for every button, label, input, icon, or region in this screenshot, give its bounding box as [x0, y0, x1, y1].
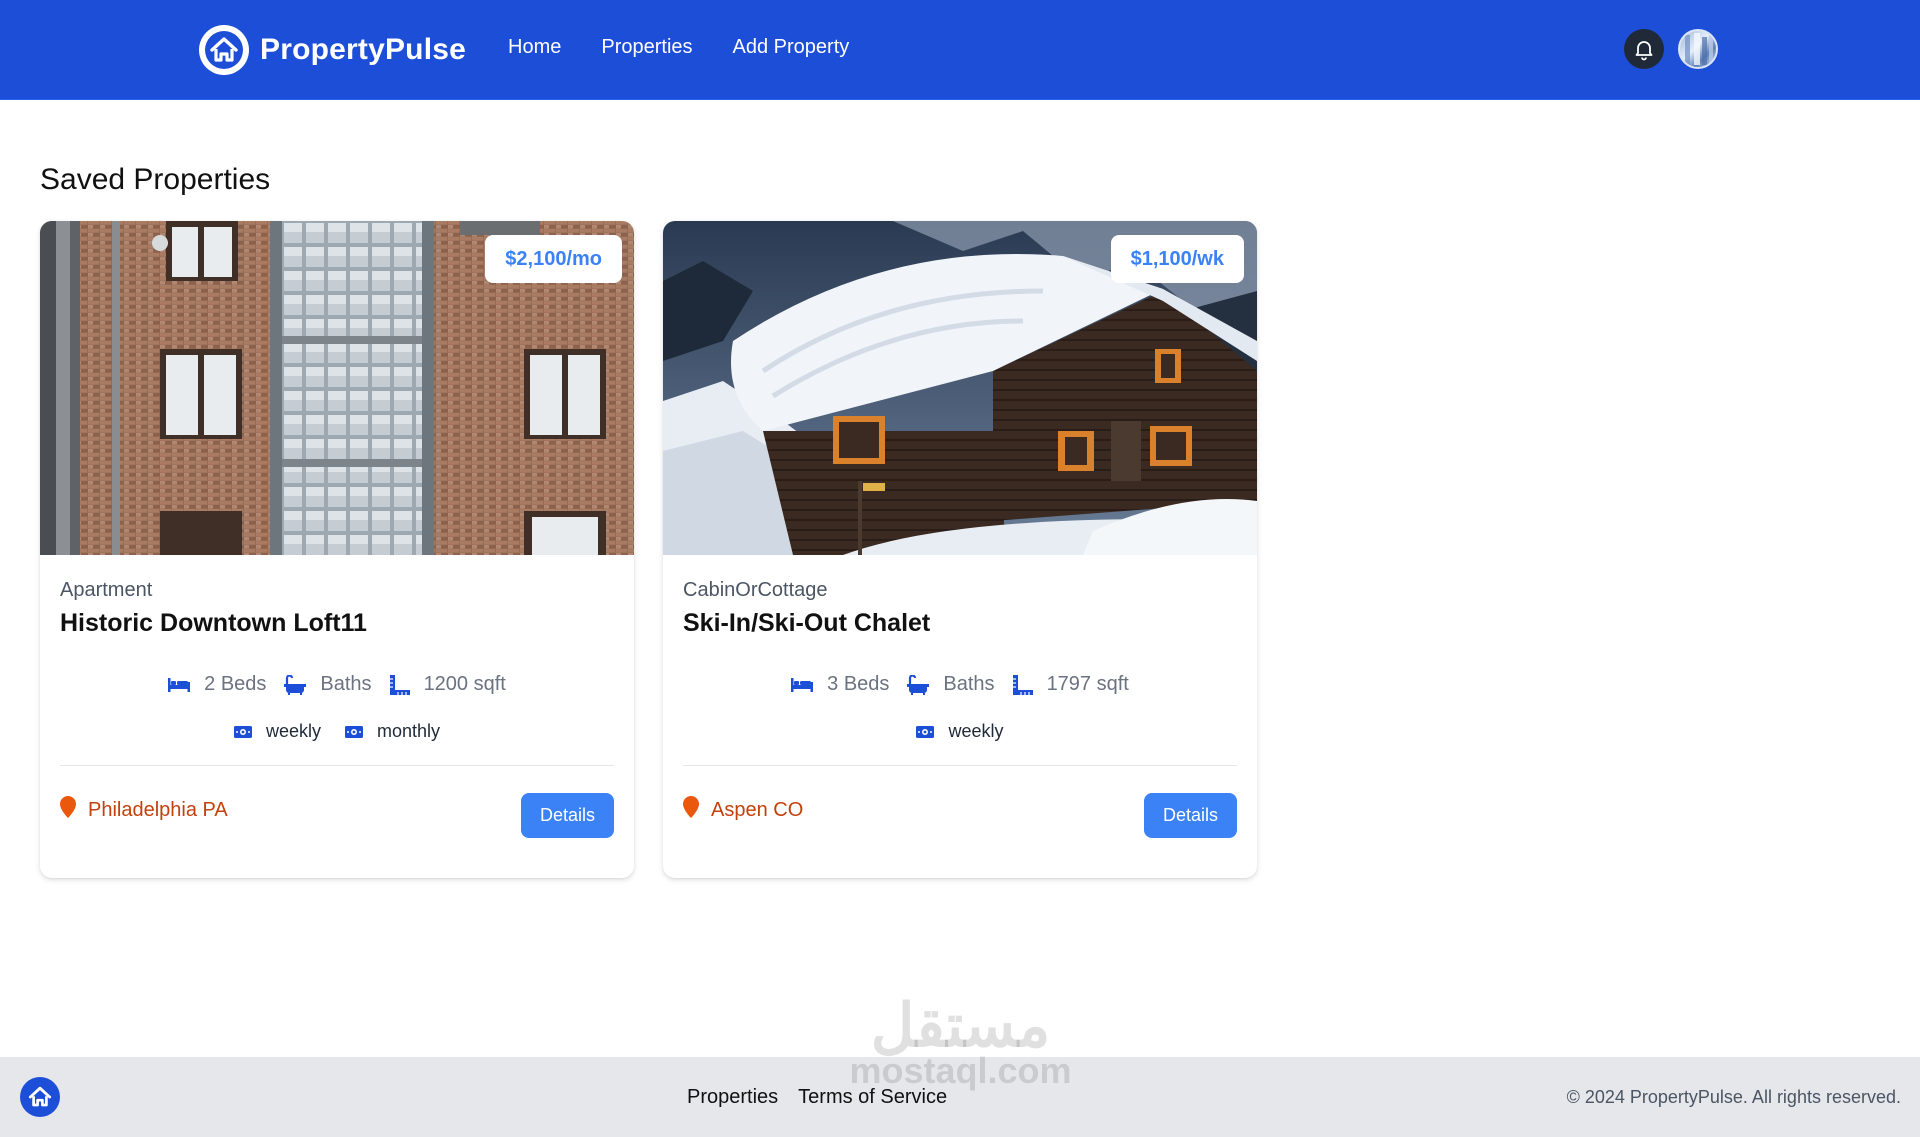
nav-actions [1624, 29, 1718, 69]
price-badge: $1,100/wk [1110, 235, 1244, 283]
property-name: Historic Downtown Loft11 [60, 609, 367, 637]
money-bill-icon [916, 725, 935, 738]
rate-weekly: weekly [233, 721, 321, 742]
details-button[interactable]: Details [1144, 793, 1237, 838]
map-pin-icon [60, 796, 76, 824]
property-card: $2,100/mo Apartment Historic Downtown Lo… [40, 221, 634, 878]
details-button[interactable]: Details [521, 793, 614, 838]
beds-info: 3 Beds [791, 673, 889, 696]
rental-rates: weekly [663, 721, 1257, 742]
watermark: مستقل mostaql.com [843, 995, 1078, 1089]
property-location: Aspen CO [683, 796, 803, 824]
beds-label: 2 Beds [204, 673, 267, 695]
notifications-button[interactable] [1624, 29, 1664, 69]
footer-properties-link[interactable]: Properties [687, 1086, 778, 1109]
beds-info: 2 Beds [168, 673, 266, 696]
sqft-label: 1200 sqft [423, 673, 506, 695]
sqft-info: 1200 sqft [389, 673, 506, 696]
bed-icon [168, 677, 191, 692]
house-icon [199, 25, 249, 75]
bath-icon [907, 674, 930, 695]
sqft-info: 1797 sqft [1012, 673, 1129, 696]
page-title: Saved Properties [40, 163, 271, 196]
baths-info: Baths [284, 673, 372, 696]
baths-label: Baths [943, 673, 995, 695]
card-divider [60, 765, 614, 766]
beds-label: 3 Beds [827, 673, 890, 695]
sqft-label: 1797 sqft [1046, 673, 1129, 695]
rate-monthly: monthly [345, 721, 440, 742]
main-nav: Home Properties Add Property [508, 36, 849, 59]
bed-icon [791, 677, 814, 692]
card-divider [683, 765, 1237, 766]
money-bill-icon [345, 725, 363, 738]
location-label: Aspen CO [711, 798, 804, 821]
map-pin-icon [683, 796, 699, 824]
property-location: Philadelphia PA [60, 796, 228, 824]
watermark-latin: mostaql.com [849, 1050, 1072, 1091]
rental-rates: weekly monthly [40, 721, 634, 742]
baths-label: Baths [320, 673, 372, 695]
money-bill-icon [233, 725, 252, 738]
rate-weekly: weekly [916, 721, 1004, 742]
nav-add-property-link[interactable]: Add Property [733, 36, 850, 59]
property-type: Apartment [60, 579, 153, 601]
property-card: $1,100/wk CabinOrCottage Ski-In/Ski-Out … [663, 221, 1257, 878]
bath-icon [284, 674, 307, 695]
copyright-text: © 2024 PropertyPulse. All rights reserve… [1566, 1087, 1901, 1107]
ruler-icon [389, 674, 410, 695]
rate-label: weekly [948, 721, 1004, 741]
bell-icon [1635, 41, 1653, 61]
location-label: Philadelphia PA [88, 798, 228, 821]
brand-home-link[interactable]: PropertyPulse [199, 25, 466, 75]
watermark-arabic: مستقل [870, 992, 1051, 1059]
top-navbar: PropertyPulse Home Properties Add Proper… [0, 0, 1920, 100]
baths-info: Baths [907, 673, 995, 696]
property-name: Ski-In/Ski-Out Chalet [683, 609, 931, 637]
ruler-icon [1012, 674, 1033, 695]
rate-label: weekly [265, 721, 321, 741]
nav-home-link[interactable]: Home [508, 36, 561, 59]
price-badge: $2,100/mo [485, 235, 622, 283]
profile-avatar[interactable] [1678, 29, 1718, 69]
property-features: 3 Beds Baths 1797 sqft [663, 673, 1257, 696]
nav-properties-link[interactable]: Properties [601, 36, 692, 59]
brand-name: PropertyPulse [260, 33, 467, 66]
property-type: CabinOrCottage [683, 579, 828, 601]
property-features: 2 Beds Baths 1200 sqft [40, 673, 634, 696]
footer-house-icon[interactable] [20, 1077, 60, 1117]
rate-label: monthly [377, 721, 441, 741]
